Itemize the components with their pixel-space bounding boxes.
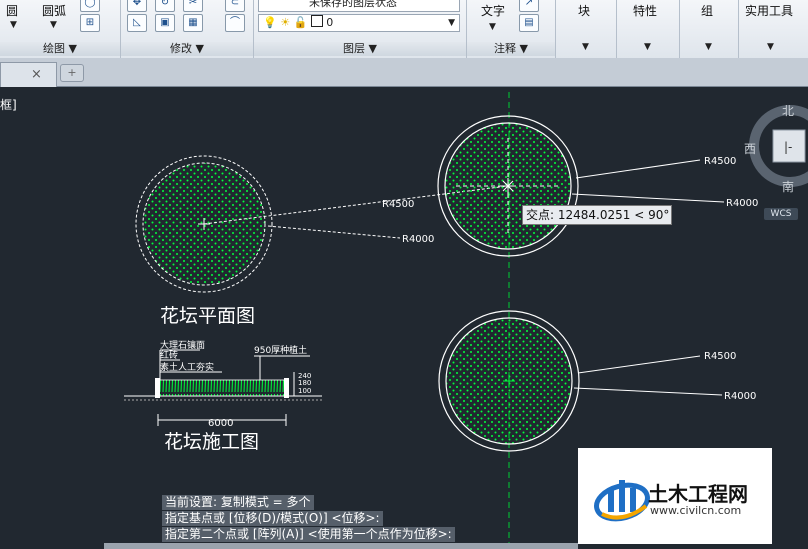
logo-name: 土木工程网 <box>648 482 748 506</box>
stretch-tool-icon[interactable]: ▣ <box>155 14 175 32</box>
plan-r4500-label: R4500 <box>382 199 414 210</box>
hatch-tool-icon[interactable]: ⊞ <box>80 14 100 32</box>
section-title: 花坛施工图 <box>164 431 259 453</box>
draw-panel-label[interactable]: 绘图 ▼ <box>0 42 120 56</box>
upper-r4500-label: R4500 <box>704 156 736 167</box>
compass-west[interactable]: 西 <box>744 140 756 157</box>
properties-dropdown-icon[interactable]: ▼ <box>644 42 651 52</box>
text-dropdown-icon[interactable]: ▼ <box>489 22 496 32</box>
layers-panel: 未保存的图层状态 💡 ☀ 🔓 0 ▼ 图层 ▼ <box>254 0 467 58</box>
section-dim-6000: 6000 <box>208 418 233 429</box>
modify-panel: ✥ ↻ ✂ ◺ ▣ ▦ ⊂ ⌒ 修改 ▼ <box>121 0 254 58</box>
layer-select[interactable]: 💡 ☀ 🔓 0 ▼ <box>258 14 460 32</box>
table-tool-icon[interactable]: ▤ <box>519 14 539 32</box>
annotation-panel-label[interactable]: 注释 ▼ <box>467 42 555 56</box>
draw-panel: 圆 圆弧 ▼ ▼ ◯ ⊞ 绘图 ▼ <box>0 0 121 58</box>
new-tab-button[interactable]: + <box>60 64 84 82</box>
command-line-2: 指定基点或 [位移(D)/模式(O)] <位移>: <box>162 511 383 526</box>
block-panel: 块 ▼ <box>556 0 617 58</box>
ribbon: 圆 圆弧 ▼ ▼ ◯ ⊞ 绘图 ▼ ✥ ↻ ✂ ◺ ▣ ▦ ⊂ ⌒ 修改 ▼ 未… <box>0 0 808 59</box>
command-scrollbar[interactable] <box>104 543 578 549</box>
circle-button[interactable]: 圆 <box>6 2 18 19</box>
leader-tool-icon[interactable]: ↗ <box>519 0 539 12</box>
logo-url: www.civilcn.com <box>650 504 742 517</box>
utilities-dropdown-icon[interactable]: ▼ <box>767 42 774 52</box>
lower-r4500-label: R4500 <box>704 351 736 362</box>
modify-panel-label[interactable]: 修改 ▼ <box>121 42 253 56</box>
group-panel: 组 ▼ <box>680 0 739 58</box>
rotate-tool-icon[interactable]: ↻ <box>155 0 175 12</box>
section-stone-label: 大理石镶面 <box>160 339 205 351</box>
layer-state-select[interactable]: 未保存的图层状态 <box>258 0 460 12</box>
layer-unlock-icon: 🔓 <box>293 16 308 29</box>
lower-circle-group[interactable] <box>438 310 723 452</box>
group-button[interactable]: 组 <box>701 2 713 19</box>
command-line-1: 当前设置: 复制模式 = 多个 <box>162 495 314 510</box>
circle-dropdown-icon[interactable]: ▼ <box>10 20 17 30</box>
viewport-label[interactable]: 框] <box>0 96 17 113</box>
layer-color-icon <box>310 15 323 27</box>
layer-state-value: 未保存的图层状态 <box>309 0 397 9</box>
file-tab-bar: × + <box>0 58 808 87</box>
section-drawing[interactable] <box>124 349 322 426</box>
ellipse-tool-icon[interactable]: ◯ <box>80 0 100 12</box>
close-tab-icon[interactable]: × <box>31 67 42 82</box>
layer-dropdown-icon[interactable]: ▼ <box>448 15 455 31</box>
watermark-logo: 土木工程网 www.civilcn.com <box>578 448 772 544</box>
upper-circle-group[interactable] <box>437 115 725 257</box>
plan-title: 花坛平面图 <box>160 305 255 327</box>
text-button[interactable]: 文字 <box>481 2 505 19</box>
block-dropdown-icon[interactable]: ▼ <box>582 42 589 52</box>
viewcube[interactable]: |- <box>749 105 808 187</box>
viewcube-face: |- <box>784 140 792 154</box>
section-dim-180: 180 <box>298 379 311 387</box>
offset-tool-icon[interactable]: ⊂ <box>225 0 245 12</box>
arc-button[interactable]: 圆弧 <box>42 2 66 19</box>
command-line-3[interactable]: 指定第二个点或 [阵列(A)] <使用第一个点作为位移>: <box>162 527 455 542</box>
wcs-menu-button[interactable]: WCS <box>764 208 798 220</box>
compass-north[interactable]: 北 <box>782 102 794 119</box>
layer-thaw-icon: ☀ <box>280 16 291 29</box>
upper-r4000-label: R4000 <box>726 198 758 209</box>
current-layer-value: 0 <box>326 16 334 29</box>
properties-panel: 特性 ▼ <box>617 0 680 58</box>
properties-button[interactable]: 特性 <box>633 2 657 19</box>
lower-r4000-label: R4000 <box>724 391 756 402</box>
fillet-tool-icon[interactable]: ⌒ <box>225 14 245 32</box>
annotation-panel: 文字 ▼ ↗ ▤ 注释 ▼ <box>467 0 556 58</box>
group-dropdown-icon[interactable]: ▼ <box>705 42 712 52</box>
utilities-panel: 实用工具 ▼ <box>739 0 808 58</box>
arc-dropdown-icon[interactable]: ▼ <box>50 20 57 30</box>
utilities-button[interactable]: 实用工具 <box>745 2 793 19</box>
drawing-tab[interactable]: × <box>0 62 57 87</box>
layers-panel-label[interactable]: 图层 ▼ <box>254 42 466 56</box>
layer-on-icon: 💡 <box>263 16 277 29</box>
snap-tooltip: 交点: 12484.0251 < 90° <box>522 205 672 225</box>
section-brick-label: 红砖 <box>160 349 178 361</box>
section-soil-label: 950厚种植土 <box>254 344 307 356</box>
trim-tool-icon[interactable]: ✂ <box>183 0 203 12</box>
move-tool-icon[interactable]: ✥ <box>127 0 147 12</box>
section-dim-100: 100 <box>298 387 311 395</box>
block-button[interactable]: 块 <box>578 2 590 19</box>
logo-mark-icon <box>594 480 650 522</box>
array-tool-icon[interactable]: ▦ <box>183 14 203 32</box>
scale-tool-icon[interactable]: ◺ <box>127 14 147 32</box>
plan-r4000-label: R4000 <box>402 234 434 245</box>
section-fill-label: 素土人工夯实 <box>160 361 214 373</box>
compass-south[interactable]: 南 <box>782 178 794 195</box>
